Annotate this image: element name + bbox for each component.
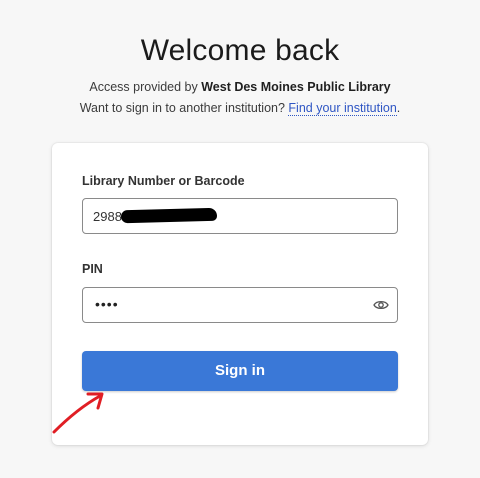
eye-icon[interactable] [373,299,389,311]
pin-input[interactable]: •••• [82,287,398,323]
access-info: Access provided by West Des Moines Publi… [0,80,480,94]
pin-masked-value: •••• [95,296,119,312]
switch-prefix: Want to sign in to another institution? [79,101,289,115]
library-number-label: Library Number or Barcode [82,174,245,188]
institution-name: West Des Moines Public Library [201,80,391,94]
switch-institution: Want to sign in to another institution? … [0,101,480,116]
access-prefix: Access provided by [89,80,202,94]
pin-label: PIN [82,262,103,276]
page-title: Welcome back [140,34,340,67]
library-number-value: 2988 [93,209,122,224]
library-number-input[interactable]: 2988 [82,198,398,234]
find-suffix: . [396,101,401,115]
sign-in-button[interactable]: Sign in [82,351,398,391]
redaction-scribble [120,207,218,224]
find-institution-link[interactable]: Find your institution [288,101,397,116]
red-arrow-annotation [52,392,104,434]
